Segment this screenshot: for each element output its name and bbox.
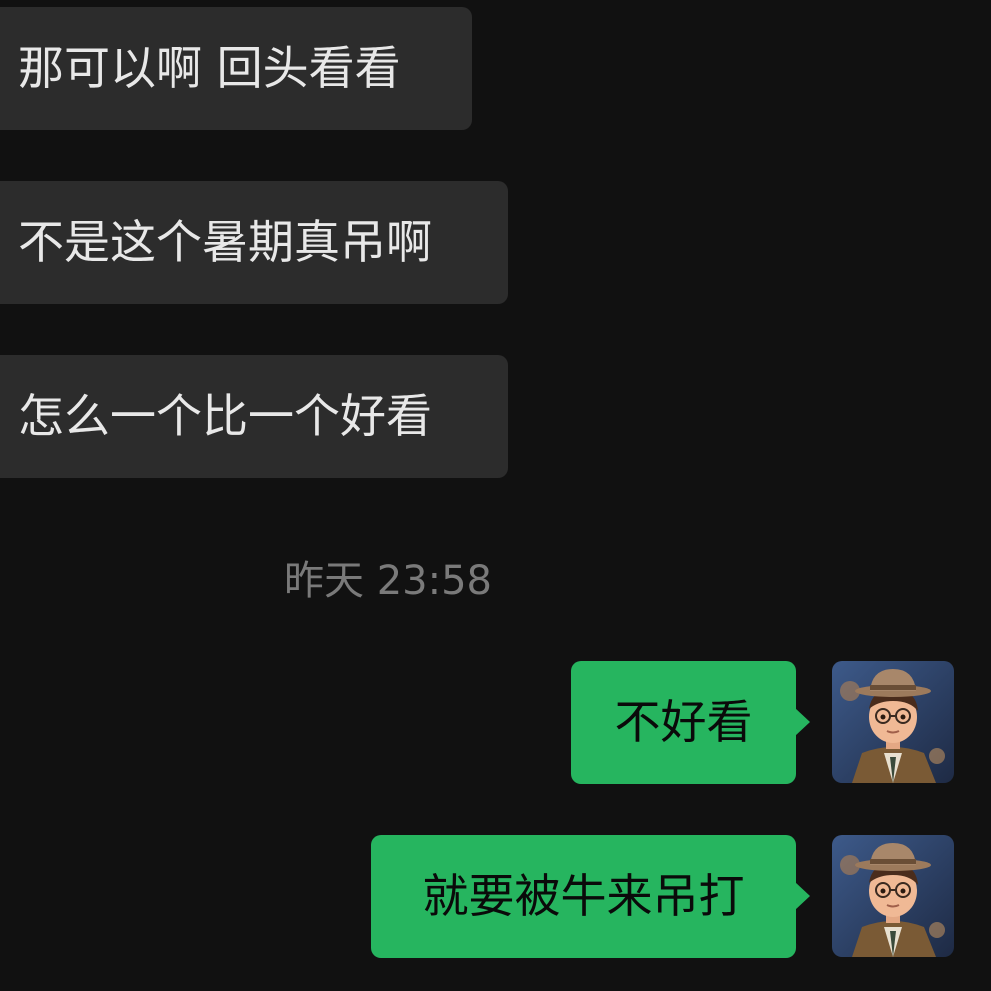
cartoon-man-hat-avatar-icon[interactable] [832,835,954,957]
message-text: 就要被牛来吊打 [422,869,745,923]
cartoon-man-hat-avatar-icon[interactable] [832,661,954,783]
message-text: 怎么一个比一个好看 [18,389,432,443]
bubble-tail [795,708,810,736]
bubble-tail [795,882,810,910]
outgoing-message-bubble[interactable]: 不好看 [571,661,810,784]
outgoing-message-bubble[interactable]: 就要被牛来吊打 [371,835,810,958]
message-timestamp: 昨天 23:58 [284,558,492,604]
incoming-message-bubble[interactable]: 不是这个暑期真吊啊 [0,181,508,304]
message-text: 不好看 [614,695,753,749]
chat-message-list[interactable]: 那可以啊 回头看看 不是这个暑期真吊啊 怎么一个比一个好看 昨天 23:58 不… [0,0,991,991]
incoming-message-bubble[interactable]: 那可以啊 回头看看 [0,7,472,130]
incoming-message-bubble[interactable]: 怎么一个比一个好看 [0,355,508,478]
message-text: 那可以啊 回头看看 [18,41,401,95]
message-text: 不是这个暑期真吊啊 [18,215,432,269]
